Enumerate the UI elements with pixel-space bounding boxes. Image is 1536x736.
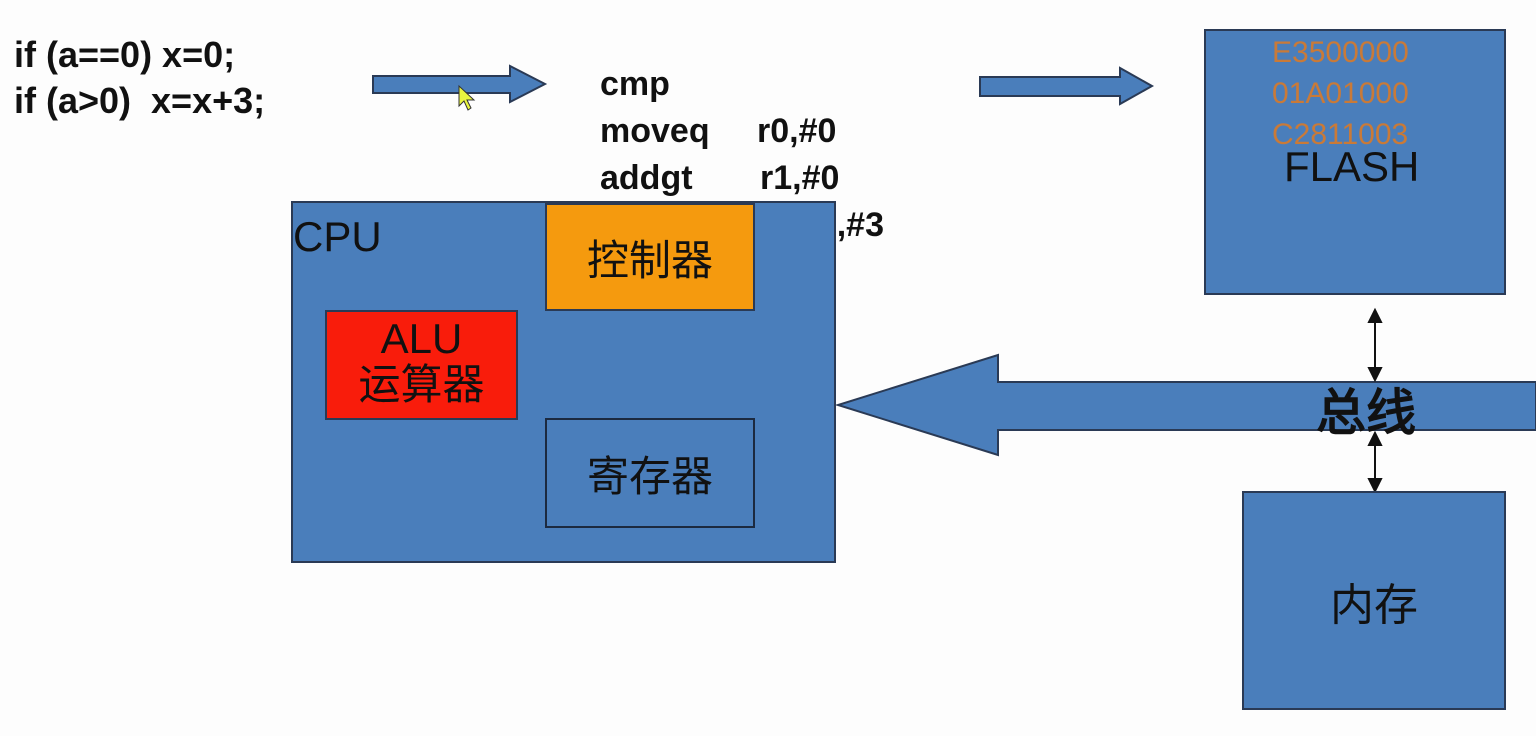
alu-sublabel: 运算器 <box>358 361 485 408</box>
controller-block: 控制器 <box>545 203 755 311</box>
bus-label: 总线 <box>1316 385 1416 441</box>
bus-arrow <box>834 353 1536 457</box>
cpu-block: CPU 控制器 ALU 运算器 寄存器 <box>291 201 836 563</box>
hex-line: 01A01000 <box>1272 77 1409 110</box>
flash-block: E3500000 01A01000 C2811003 FLASH <box>1204 29 1506 295</box>
alu-label: ALU <box>380 315 463 362</box>
flash-bus-connector <box>1367 307 1383 383</box>
memory-label: 内存 <box>1330 580 1418 630</box>
registers-block: 寄存器 <box>545 418 755 528</box>
registers-label: 寄存器 <box>586 452 713 500</box>
memory-block: 内存 <box>1242 491 1506 710</box>
cpu-label: CPU <box>293 213 382 260</box>
flash-label: FLASH <box>1284 143 1420 190</box>
store-arrow <box>979 66 1155 106</box>
alu-block: ALU 运算器 <box>325 310 518 420</box>
hex-line: E3500000 <box>1272 36 1409 69</box>
controller-label: 控制器 <box>586 236 713 284</box>
